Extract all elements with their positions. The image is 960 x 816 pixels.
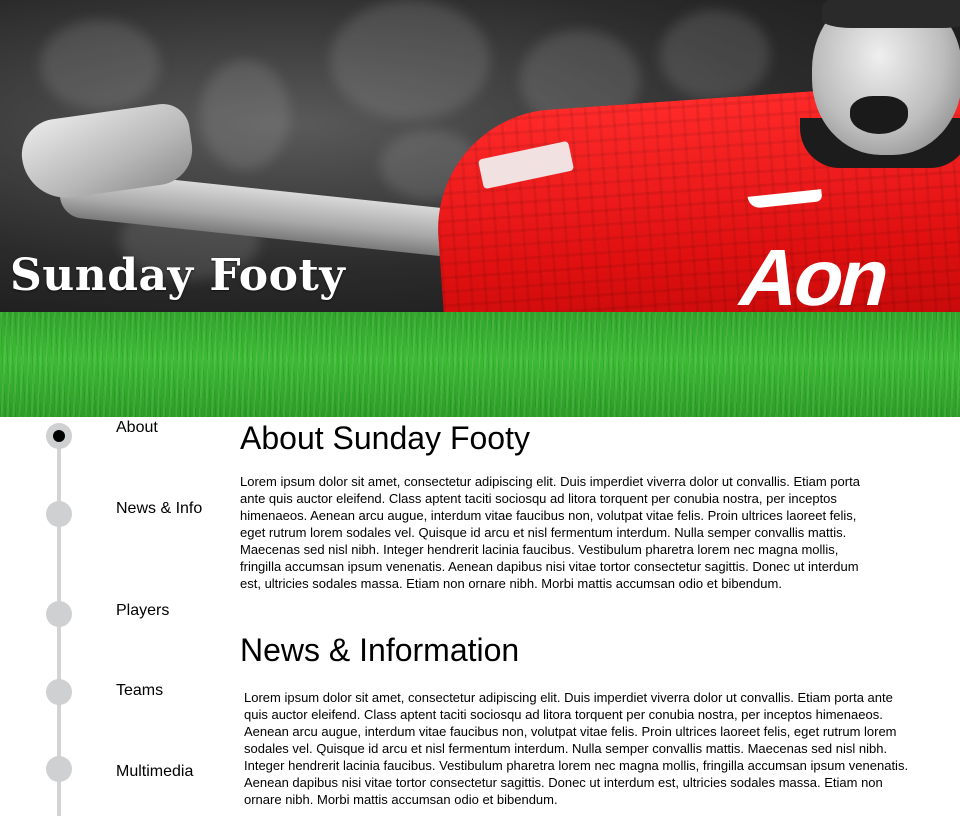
nav-item-news-info[interactable]: News & Info bbox=[46, 500, 236, 527]
nav-dot[interactable] bbox=[46, 756, 72, 782]
nav-dot[interactable] bbox=[46, 601, 72, 627]
nav-dot[interactable] bbox=[46, 501, 72, 527]
nav-label[interactable]: About bbox=[116, 419, 158, 437]
nav-label[interactable]: Multimedia bbox=[116, 763, 193, 781]
section-body: Lorem ipsum dolor sit amet, consectetur … bbox=[244, 690, 909, 807]
section-title: News & Information bbox=[240, 632, 520, 668]
grass-strip bbox=[0, 312, 960, 417]
section-title: About Sunday Footy bbox=[240, 420, 530, 456]
hero-banner: Aon Sunday Footy bbox=[0, 0, 960, 312]
player-mouth bbox=[850, 96, 908, 134]
sponsor-logo: Aon bbox=[731, 233, 897, 312]
nav-item-players[interactable]: Players bbox=[46, 601, 236, 627]
nav-label[interactable]: Players bbox=[116, 602, 169, 620]
site-title: Sunday Footy bbox=[10, 250, 346, 301]
nav-item-multimedia[interactable]: Multimedia bbox=[46, 756, 236, 782]
nav-item-about[interactable]: About bbox=[46, 419, 236, 449]
player-hair bbox=[822, 0, 960, 28]
nav-dot[interactable] bbox=[46, 679, 72, 705]
nav-item-teams[interactable]: Teams bbox=[46, 679, 236, 705]
nav-dot-active[interactable] bbox=[46, 423, 72, 449]
nav-label[interactable]: Teams bbox=[116, 682, 163, 700]
nav-label[interactable]: News & Info bbox=[116, 500, 202, 518]
section-body: Lorem ipsum dolor sit amet, consectetur … bbox=[240, 474, 860, 591]
